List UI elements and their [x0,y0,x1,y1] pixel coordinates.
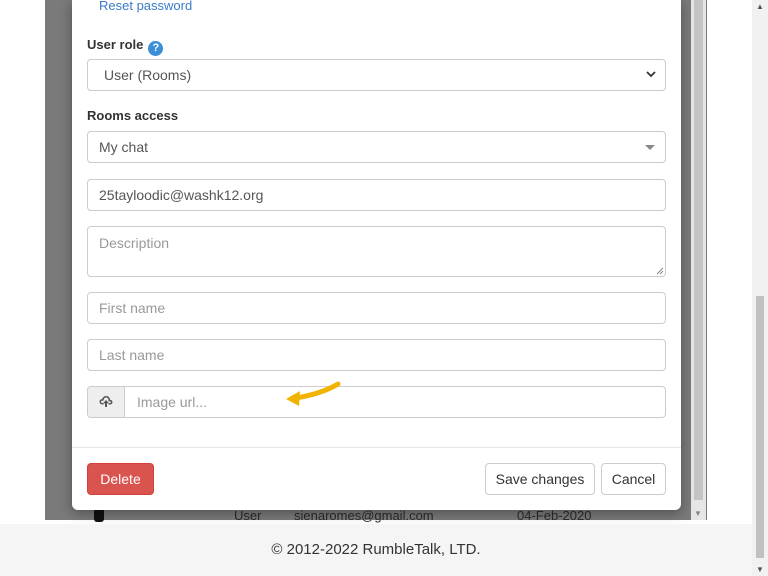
cancel-button[interactable]: Cancel [601,463,666,495]
user-role-value: User (Rooms) [104,67,192,83]
row-checkbox-icon [94,508,104,522]
user-role-select[interactable]: User (Rooms) [87,59,666,91]
email-field[interactable]: 25tayloodic@washk12.org [87,179,666,211]
upload-button[interactable] [88,387,125,417]
image-url-group: Image url... [87,386,666,418]
user-role-label-text: User role [87,37,144,52]
chevron-down-icon [646,71,656,78]
reset-password-link[interactable]: Reset password [99,0,192,13]
inner-scrollbar[interactable]: ▼ [691,0,706,520]
user-role-label: User role? [87,37,164,56]
last-name-placeholder: Last name [99,347,165,363]
rooms-access-value: My chat [99,139,149,155]
scroll-down-icon[interactable]: ▼ [694,509,702,518]
scroll-down-icon[interactable]: ▼ [756,565,764,574]
copyright-text: © 2012-2022 RumbleTalk, LTD. [271,541,481,558]
rooms-access-label: Rooms access [87,108,179,123]
save-changes-button[interactable]: Save changes [485,463,595,495]
image-url-input[interactable]: Image url... [137,387,207,417]
row-date: 04-Feb-2020 [517,508,592,523]
rooms-access-select[interactable]: My chat [87,131,666,163]
page-footer: © 2012-2022 RumbleTalk, LTD. [0,524,752,576]
first-name-placeholder: First name [99,300,166,316]
question-circle-icon[interactable]: ? [148,41,164,56]
delete-button[interactable]: Delete [87,463,154,495]
row-role: User [234,508,262,523]
resize-handle-icon[interactable] [656,267,664,275]
cloud-upload-icon [99,396,113,407]
last-name-field[interactable]: Last name [87,339,666,371]
window-scrollbar-thumb[interactable] [756,296,764,558]
inner-scrollbar-thumb[interactable] [694,0,703,500]
first-name-field[interactable]: First name [87,292,666,324]
scroll-up-icon[interactable]: ▲ [756,2,764,11]
description-placeholder: Description [99,235,170,251]
window-scrollbar[interactable]: ▲ ▼ [752,0,768,576]
email-value: 25tayloodic@washk12.org [99,187,264,203]
arrow-annotation-icon [286,381,341,406]
caret-down-icon [645,145,655,150]
edit-user-modal: Reset password User role? User (Rooms) R… [72,0,681,510]
modal-footer-divider [72,447,681,448]
row-email: sienaromes@gmail.com [294,508,434,523]
description-textarea[interactable]: Description [87,226,666,277]
